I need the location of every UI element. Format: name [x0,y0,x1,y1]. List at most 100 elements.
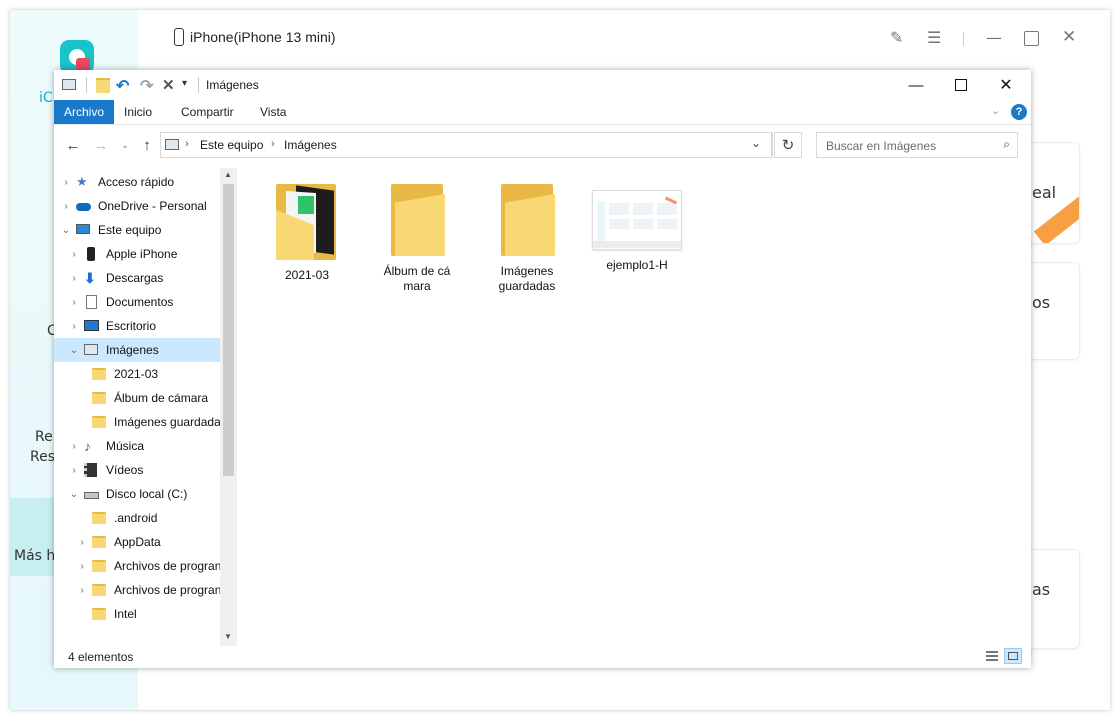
nav-tree-label: OneDrive - Personal [98,199,207,213]
folder-item-imagenes-guardadas[interactable]: Imágenes guardadas [482,168,572,294]
breadcrumb-este-equipo[interactable]: Este equipo [200,138,263,152]
menu-icon[interactable]: ☰ [927,28,941,47]
nav-tree-item[interactable]: › OneDrive - Personal [54,194,220,218]
details-view-icon[interactable] [984,649,1000,663]
nav-tree-item[interactable]: › AppData [54,530,220,554]
star-icon: ★ [76,174,88,189]
up-icon[interactable]: ↑ [136,130,158,160]
chevron-right-icon[interactable]: › [60,177,72,188]
tab-inicio[interactable]: Inicio [114,100,162,124]
nav-tree-item[interactable]: ⌄ Disco local (C:) [54,482,220,506]
nav-tree-item[interactable]: ⌄ Imágenes [54,338,220,362]
file-name: Álbum de cá mara [383,264,451,293]
nav-tree-item[interactable]: › Vídeos [54,458,220,482]
edit-icon[interactable]: ✎ [890,28,903,47]
desktop-icon [84,319,100,333]
breadcrumb-separator-icon: › [185,138,189,150]
nav-tree-item[interactable]: › Documentos [54,290,220,314]
folder-item-2021-03[interactable]: 2021-03 [262,168,352,283]
chevron-down-icon[interactable]: ⌄ [60,225,72,236]
search-box[interactable]: ⌕ [816,132,1018,158]
refresh-icon[interactable]: ↻ [774,132,802,158]
nav-tree-item[interactable]: › Apple iPhone [54,242,220,266]
maximize-button[interactable] [938,70,984,100]
expand-ribbon-icon[interactable]: ⌄ [991,104,1000,117]
chevron-right-icon[interactable]: › [68,465,80,476]
nav-tree-label: Descargas [106,271,164,285]
recent-locations-icon[interactable]: ⌄ [118,130,132,160]
breadcrumb-imagenes[interactable]: Imágenes [284,138,337,152]
tab-compartir[interactable]: Compartir [171,100,244,124]
status-bar: 4 elementos [54,646,1031,668]
sidebar-fragment: Res [30,449,56,465]
minimize-icon[interactable]: — [986,28,1002,47]
large-icons-view-icon[interactable] [1004,648,1022,664]
scroll-up-icon[interactable]: ▲ [224,170,232,179]
file-name: 2021-03 [284,268,330,282]
chevron-right-icon[interactable]: › [76,537,88,548]
search-icon[interactable]: ⌕ [1003,137,1010,152]
minimize-icon[interactable]: — [893,70,939,100]
chevron-right-icon[interactable]: › [76,585,88,596]
close-icon[interactable]: ✕ [1062,27,1076,47]
file-explorer-window: ↶ ↷ ✕ ▾ Imágenes — ✕ Archivo Inicio Comp… [54,70,1031,668]
chevron-right-icon[interactable]: › [60,201,72,212]
nav-tree-label: Escritorio [106,319,157,333]
redo-icon[interactable]: ↷ [140,76,153,96]
folder-icon [92,415,108,429]
delete-icon[interactable]: ✕ [162,76,175,94]
device-title[interactable]: iPhone(iPhone 13 mini) [174,28,336,46]
pictures-icon [84,343,100,357]
chevron-right-icon[interactable]: › [68,441,80,452]
chevron-right-icon[interactable]: › [68,297,80,308]
nav-tree-item[interactable]: Imágenes guardada [54,410,220,434]
nav-tree-item[interactable]: › Archivos de progran [54,554,220,578]
pictures-icon [165,139,179,150]
address-dropdown-icon[interactable]: ⌄ [751,136,761,150]
scroll-down-icon[interactable]: ▼ [224,632,232,641]
help-icon[interactable]: ? [1011,104,1027,120]
folder-item-album-de-camara[interactable]: Álbum de cá mara [372,168,462,294]
quick-access-dropdown-icon[interactable]: ▾ [182,78,187,89]
nav-tree-label: .android [114,511,158,525]
nav-tree-item[interactable]: Intel [54,602,220,626]
chevron-down-icon[interactable]: ⌄ [68,345,80,356]
search-input[interactable] [824,134,998,158]
nav-tree-item[interactable]: › Escritorio [54,314,220,338]
nav-tree-item[interactable]: › ★ Acceso rápido [54,170,220,194]
forward-icon[interactable]: → [90,130,112,160]
file-item-ejemplo1-h[interactable]: ejemplo1-H [592,168,682,273]
back-icon[interactable]: ← [62,130,84,160]
nav-tree-label: Este equipo [98,223,162,237]
nav-tree-item[interactable]: › Archivos de progran [54,578,220,602]
tab-vista[interactable]: Vista [250,100,296,124]
chevron-down-icon[interactable]: ⌄ [68,489,80,500]
breadcrumb-separator-icon: › [271,138,275,150]
chevron-right-icon[interactable]: › [68,273,80,284]
nav-tree-item[interactable]: 2021-03 [54,362,220,386]
chevron-right-icon[interactable]: › [76,561,88,572]
title-bar[interactable]: ↶ ↷ ✕ ▾ Imágenes — ✕ [54,70,1031,100]
undo-icon[interactable]: ↶ [116,76,129,96]
maximize-icon[interactable] [1024,31,1039,46]
nav-tree-label: AppData [114,535,161,549]
nav-scrollbar-thumb[interactable] [223,184,234,476]
nav-tree-label: Archivos de progran [114,583,220,597]
nav-tree-item[interactable]: › ⬇ Descargas [54,266,220,290]
nav-tree-item[interactable]: › ♪ Música [54,434,220,458]
nav-tree-label: Imágenes [106,343,159,357]
tab-archivo[interactable]: Archivo [54,100,115,124]
folder-icon[interactable] [96,78,110,93]
address-bar[interactable]: › Este equipo › Imágenes ⌄ [160,132,773,158]
card-fragment: os [1032,293,1051,312]
close-icon[interactable]: ✕ [983,70,1029,100]
folder-icon [92,559,108,573]
chevron-right-icon[interactable]: › [68,249,80,260]
nav-tree-item[interactable]: ⌄ Este equipo [54,218,220,242]
maximize-icon [955,79,967,91]
chevron-right-icon[interactable]: › [68,321,80,332]
nav-tree-item[interactable]: .android [54,506,220,530]
sidebar-fragment: iC [39,90,53,106]
nav-tree-item[interactable]: Álbum de cámara [54,386,220,410]
nav-tree-label: Disco local (C:) [106,487,188,501]
